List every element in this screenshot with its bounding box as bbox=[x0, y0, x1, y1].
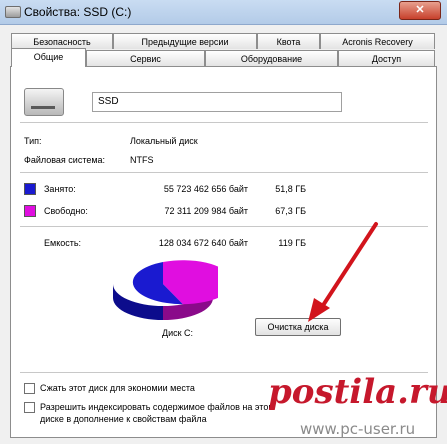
disk-usage-pie-chart bbox=[113, 260, 218, 320]
index-label-line2: диске в дополнение к свойствам файла bbox=[40, 414, 207, 424]
watermark-logo: postila.ru bbox=[268, 372, 447, 412]
capacity-label: Емкость: bbox=[44, 238, 82, 248]
used-bytes: 55 723 462 656 байт bbox=[163, 184, 248, 194]
close-button[interactable]: ✕ bbox=[399, 1, 441, 20]
watermark-site: www.pc-user.ru bbox=[300, 420, 416, 438]
tab-acronis-recovery[interactable]: Acronis Recovery bbox=[320, 33, 435, 49]
index-checkbox[interactable] bbox=[24, 402, 35, 413]
compress-label: Сжать этот диск для экономии места bbox=[40, 383, 195, 393]
used-gb: 51,8 ГБ bbox=[275, 184, 306, 194]
tab-sharing[interactable]: Доступ bbox=[338, 50, 435, 66]
disk-name-input[interactable]: SSD bbox=[92, 92, 342, 112]
type-label: Тип: bbox=[24, 136, 42, 146]
tab-hardware[interactable]: Оборудование bbox=[205, 50, 338, 66]
free-label: Свободно: bbox=[44, 206, 88, 216]
separator bbox=[20, 122, 428, 123]
index-label-line1: Разрешить индексировать содержимое файло… bbox=[40, 402, 275, 412]
capacity-bytes: 128 034 672 640 байт bbox=[158, 238, 248, 248]
compress-checkbox[interactable] bbox=[24, 383, 35, 394]
tab-previous-versions[interactable]: Предыдущие версии bbox=[113, 33, 257, 49]
disk-label: Диск C: bbox=[162, 328, 194, 338]
filesystem-label: Файловая система: bbox=[24, 155, 106, 165]
used-color-swatch bbox=[24, 183, 36, 195]
free-bytes: 72 311 209 984 байт bbox=[164, 206, 249, 216]
tab-security[interactable]: Безопасность bbox=[11, 33, 113, 49]
tab-general[interactable]: Общие bbox=[11, 48, 86, 67]
separator bbox=[20, 172, 428, 173]
title-bar: Свойства: SSD (C:) ✕ bbox=[0, 0, 447, 25]
free-color-swatch bbox=[24, 205, 36, 217]
hard-drive-icon bbox=[24, 88, 64, 116]
tab-service[interactable]: Сервис bbox=[86, 50, 205, 66]
arrow-annotation bbox=[308, 222, 378, 322]
free-gb: 67,3 ГБ bbox=[275, 206, 306, 216]
window-title: Свойства: SSD (C:) bbox=[24, 5, 132, 19]
used-label: Занято: bbox=[44, 184, 76, 194]
filesystem-value: NTFS bbox=[130, 155, 154, 165]
drive-icon bbox=[5, 6, 21, 18]
type-value: Локальный диск bbox=[130, 136, 198, 146]
tab-quota[interactable]: Квота bbox=[257, 33, 320, 49]
